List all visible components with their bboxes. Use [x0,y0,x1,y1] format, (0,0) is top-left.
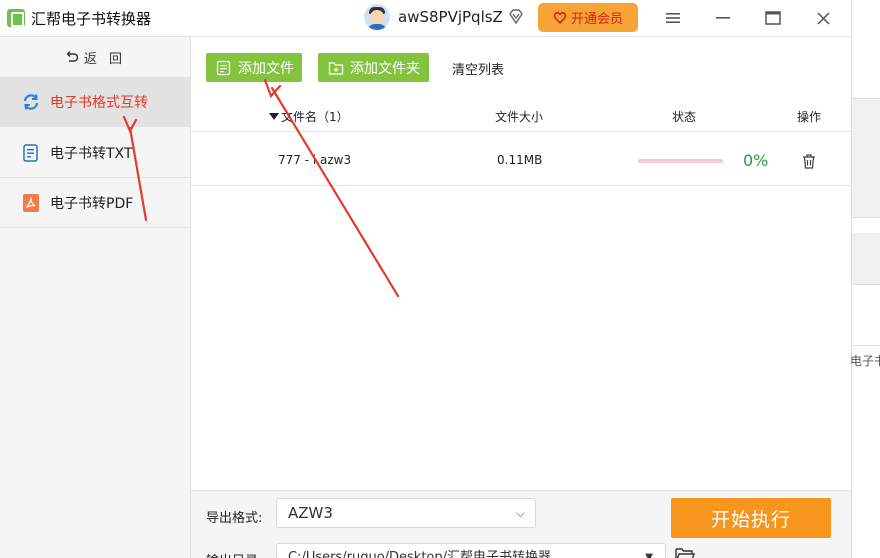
vip-button[interactable]: 开通会员 [538,3,638,32]
title-bar: 汇帮电子书转换器 awS8PVjPqlsZ 开通会员 [0,0,851,37]
back-label: 返 回 [83,51,127,67]
sidebar: 返 回 电子书格式互转 电子书转TXT 电子书转PDF [0,37,191,558]
trash-icon[interactable] [801,153,817,169]
column-action: 操作 [797,110,822,124]
file-size: 0.11MB [497,153,543,167]
back-button[interactable]: 返 回 [0,37,190,77]
username[interactable]: awS8PVjPqlsZ [398,8,503,26]
refresh-icon [22,93,40,111]
add-folder-label: 添加文件夹 [350,60,420,77]
add-file-icon [216,60,231,75]
column-size: 文件大小 [495,110,544,124]
format-value: AZW3 [288,504,333,522]
chevron-down-icon: ⌵ [515,506,525,520]
progress-percent: 0% [743,151,769,170]
column-status: 状态 [672,110,697,124]
pdf-file-icon [22,193,40,212]
close-icon [816,11,830,25]
column-name[interactable]: 文件名（1） [281,108,349,125]
clear-list-button[interactable]: 清空列表 [452,59,504,78]
background-thumbnail [852,233,880,285]
dir-label: 输出目录: [206,550,262,558]
add-file-button[interactable]: 添加文件 [206,53,302,82]
back-arrow-icon [66,51,78,62]
sidebar-item-to-txt[interactable]: 电子书转TXT [0,128,190,178]
bottom-bar: 导出格式: AZW3 ⌵ 输出目录: C:/Users/ruquo/Deskto… [191,490,851,558]
sidebar-item-label: 电子书转PDF [50,195,134,212]
background-window-text: 电子书 [850,354,880,368]
format-label: 导出格式: [206,511,263,526]
txt-file-icon [22,143,40,162]
heart-icon [553,11,567,24]
dropdown-triangle-icon: ▼ [645,552,653,558]
app-title: 汇帮电子书转换器 [31,10,152,28]
add-file-label: 添加文件 [238,60,294,77]
background-window-edge: 电子书 [850,0,880,558]
menu-button[interactable] [661,6,685,30]
divider [852,345,880,346]
file-name: 777 - i.azw3 [278,153,352,167]
output-dir-select[interactable]: C:/Users/ruquo/Desktop/汇帮电子书转换器 ▼ [276,543,666,558]
close-button[interactable] [811,6,835,30]
hamburger-icon [666,13,680,23]
output-dir-value: C:/Users/ruquo/Desktop/汇帮电子书转换器 [288,550,552,558]
sidebar-item-label: 电子书格式互转 [50,94,148,111]
minimize-button[interactable] [711,6,735,30]
sidebar-item-to-pdf[interactable]: 电子书转PDF [0,178,190,228]
minimize-icon [716,17,730,19]
sidebar-item-label: 电子书转TXT [50,145,133,162]
progress-bar [638,159,723,163]
diamond-icon[interactable] [507,8,525,26]
add-folder-icon [328,61,344,75]
sidebar-item-format-convert[interactable]: 电子书格式互转 [0,77,190,127]
maximize-button[interactable] [761,6,785,30]
app-logo-icon [7,9,25,27]
user-avatar[interactable] [364,4,390,30]
start-button[interactable]: 开始执行 [671,498,831,538]
vip-label: 开通会员 [570,12,623,27]
background-thumbnail [852,98,880,218]
maximize-icon [765,11,781,25]
table-header: 文件名（1） 文件大小 状态 操作 [191,102,851,132]
folder-open-icon[interactable] [675,547,695,558]
format-select[interactable]: AZW3 ⌵ [276,498,536,528]
add-folder-button[interactable]: 添加文件夹 [318,53,429,82]
table-row[interactable]: 777 - i.azw3 0.11MB 0% [191,137,851,186]
sort-down-icon[interactable] [269,113,279,120]
